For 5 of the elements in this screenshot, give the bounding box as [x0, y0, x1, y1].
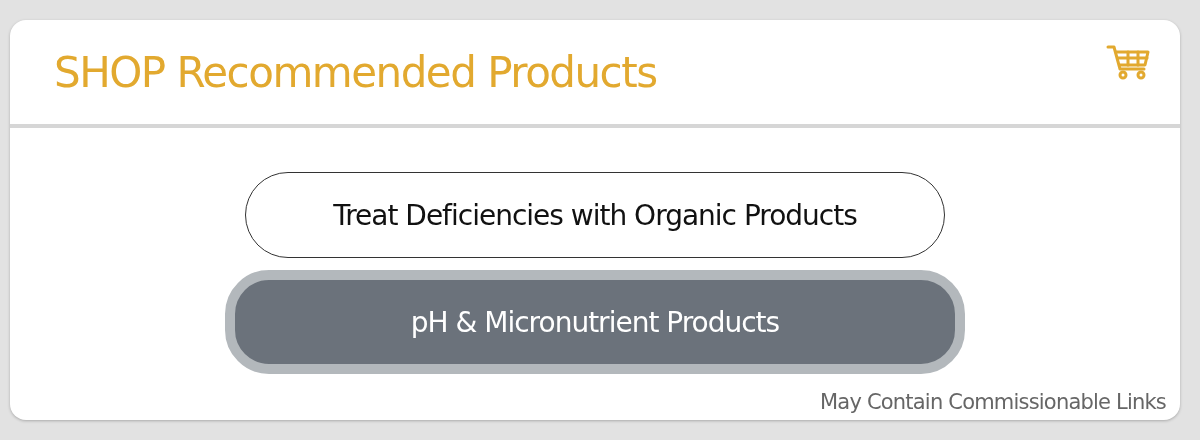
cart-icon[interactable] [1106, 43, 1150, 81]
section-title: SHOP Recommended Products [54, 47, 657, 97]
product-link-button[interactable]: Treat Deficiencies with Organic Products [245, 172, 945, 258]
disclaimer-text: May Contain Commissionable Links [820, 390, 1166, 414]
product-link-button[interactable]: pH & Micronutrient Products [225, 270, 965, 374]
